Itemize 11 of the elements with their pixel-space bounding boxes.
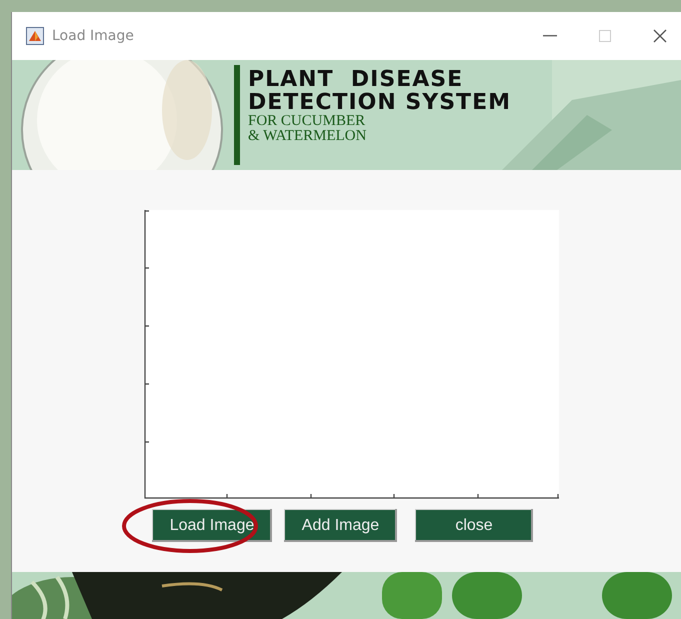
action-button[interactable]: Add Image [284, 509, 397, 542]
window-title: Load Image [52, 28, 134, 44]
close-icon[interactable] [653, 29, 667, 43]
action-button[interactable]: Load Image [152, 509, 272, 542]
action-button[interactable]: close [415, 509, 533, 542]
minimize-icon[interactable] [543, 35, 557, 37]
app-icon [26, 27, 44, 45]
banner-title: PLANT DISEASE [248, 68, 464, 91]
banner-title: DETECTION SYSTEM [248, 91, 512, 114]
banner-subtitle: & WATERMELON [248, 129, 368, 144]
banner-subtitle: FOR CUCUMBER [248, 114, 366, 129]
